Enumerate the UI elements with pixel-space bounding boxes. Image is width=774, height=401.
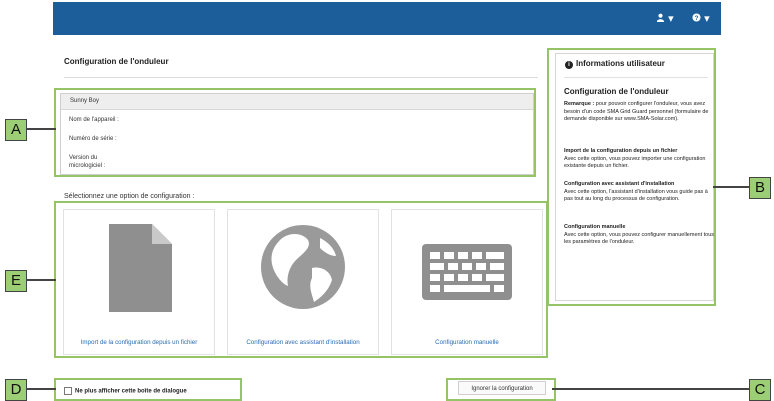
callout-frame-b — [547, 48, 716, 306]
callout-frame-c — [446, 378, 556, 401]
help-icon: ? — [692, 13, 701, 22]
top-navigation-bar: ▾ ? ▾ — [53, 2, 721, 35]
callout-line-c — [552, 388, 752, 390]
select-option-label: Sélectionnez une option de configuration… — [64, 193, 195, 200]
callout-line-d — [26, 388, 56, 390]
callout-c: C — [749, 379, 771, 401]
callout-frame-d — [54, 378, 242, 401]
page-title: Configuration de l'onduleur — [64, 57, 169, 66]
chevron-down-icon: ▾ — [704, 13, 710, 25]
svg-text:?: ? — [695, 15, 699, 22]
chevron-down-icon: ▾ — [668, 13, 674, 25]
callout-line-b — [713, 186, 751, 188]
user-menu[interactable]: ▾ — [656, 12, 674, 26]
callout-e: E — [5, 270, 27, 292]
callout-frame-e — [54, 201, 548, 358]
callout-line-e — [26, 279, 56, 281]
callout-d: D — [5, 379, 27, 401]
user-icon — [656, 13, 665, 22]
callout-frame-a — [54, 88, 536, 177]
callout-a: A — [5, 119, 27, 141]
callout-b: B — [749, 177, 771, 199]
help-menu[interactable]: ? ▾ — [692, 12, 710, 26]
callout-line-a — [26, 128, 56, 130]
divider — [64, 77, 538, 78]
